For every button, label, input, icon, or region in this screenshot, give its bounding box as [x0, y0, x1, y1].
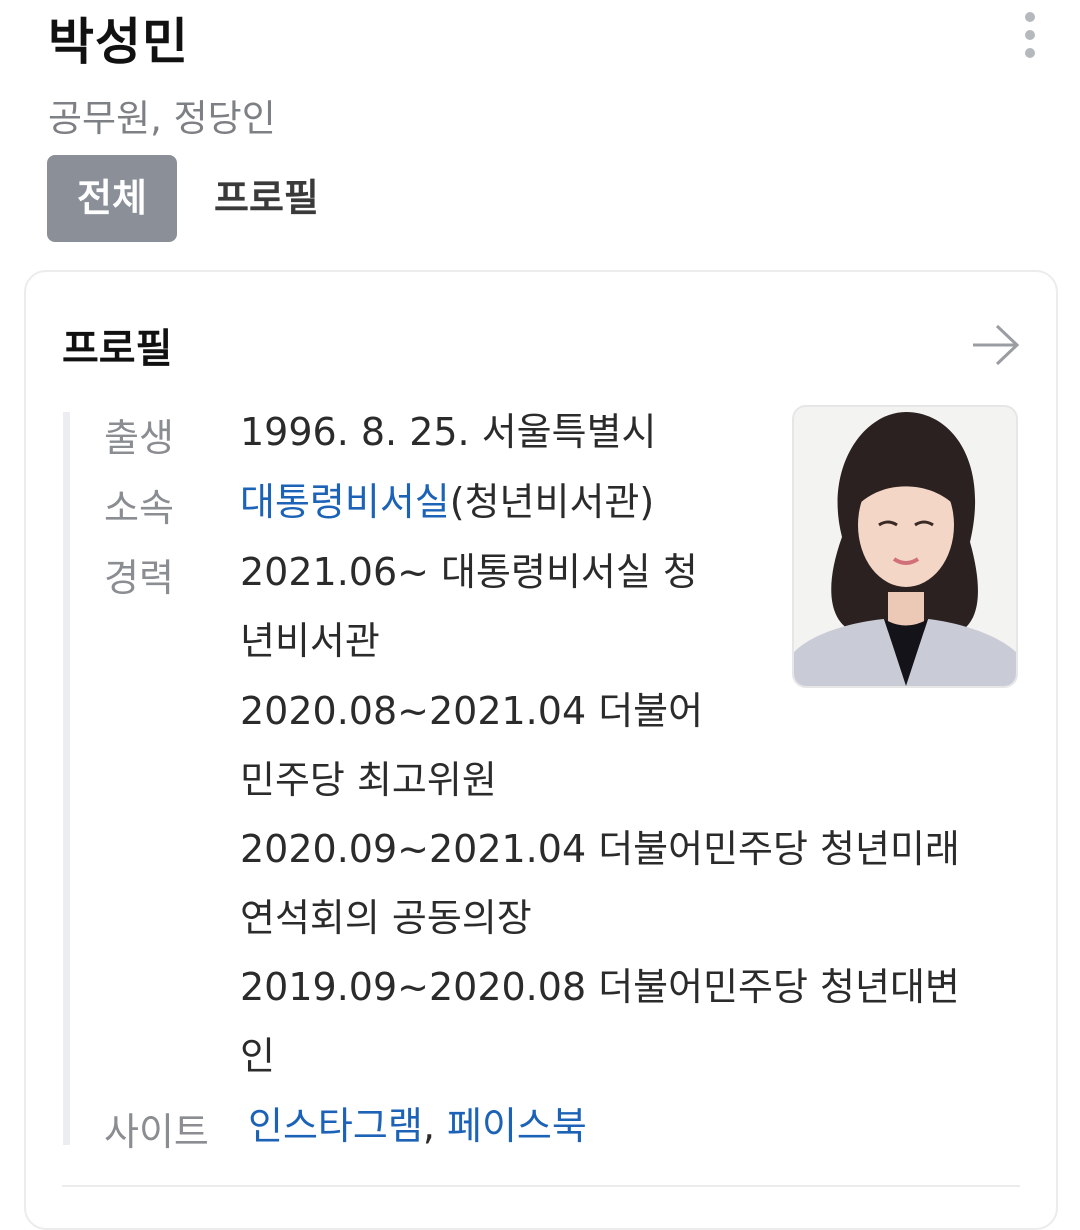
career-line: 2019.09~2020.08 더불어민주당 청년대변 [240, 965, 960, 1009]
career-line: 인 [240, 1034, 275, 1078]
portrait-image [794, 407, 1016, 686]
profile-photo[interactable] [792, 405, 1018, 688]
site-separator: , [422, 1104, 435, 1148]
section-divider [62, 1185, 1020, 1187]
career-line: 년비서관 [240, 619, 380, 663]
tab-profile[interactable]: 프로필 [214, 155, 319, 242]
facebook-link[interactable]: 페이스북 [447, 1104, 587, 1148]
career-line: 2020.09~2021.04 더불어민주당 청년미래 [240, 827, 960, 871]
career-line: 민주당 최고위원 [240, 758, 497, 802]
page-subtitle: 공무원, 정당인 [48, 97, 276, 140]
affiliation-value: 대통령비서실(청년비서관) [240, 468, 654, 537]
profile-section-title: 프로필 [62, 326, 173, 372]
birth-value: 1996. 8. 25. 서울특별시 [240, 410, 657, 454]
instagram-link[interactable]: 인스타그램 [248, 1104, 423, 1148]
more-options-icon[interactable] [1020, 12, 1040, 62]
section-indicator-bar [63, 412, 70, 1145]
site-label: 사이트 [104, 1110, 209, 1154]
arrow-right-icon[interactable] [970, 322, 1022, 368]
site-links: 인스타그램, 페이스북 [248, 1092, 587, 1161]
birth-label: 출생 [104, 416, 174, 460]
affiliation-label: 소속 [104, 486, 174, 530]
affiliation-link[interactable]: 대통령비서실 [240, 480, 450, 524]
career-line: 연석회의 공동의장 [240, 896, 532, 940]
page-title: 박성민 [48, 13, 189, 71]
career-line: 2021.06~ 대통령비서실 청 [240, 550, 698, 594]
affiliation-suffix: (청년비서관) [449, 480, 655, 524]
career-label: 경력 [104, 556, 174, 600]
tab-all[interactable]: 전체 [47, 155, 177, 242]
career-line: 2020.08~2021.04 더불어 [240, 689, 704, 733]
